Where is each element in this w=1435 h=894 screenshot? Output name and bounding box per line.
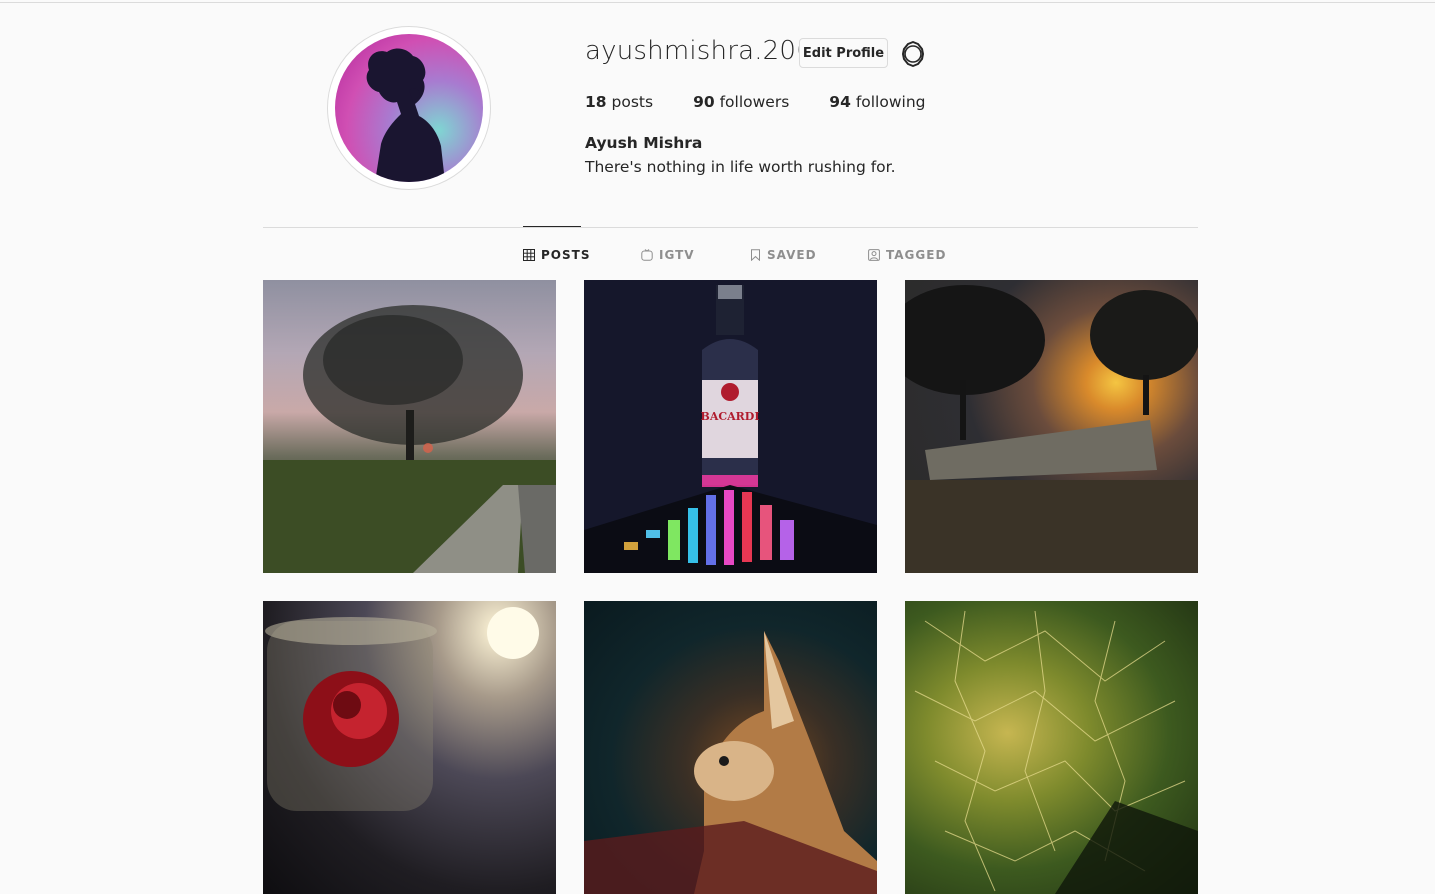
tab-saved-label: SAVED [767, 248, 817, 262]
posts-count: 18 posts [585, 93, 653, 111]
following-count-value: 94 [829, 93, 851, 111]
profile-username: ayushmishra.206 [585, 36, 813, 66]
avatar-image [335, 34, 483, 182]
tab-igtv-label: IGTV [659, 248, 695, 262]
post-thumbnail[interactable] [263, 601, 556, 894]
posts-count-value: 18 [585, 93, 607, 111]
profile-bio: There's nothing in life worth rushing fo… [585, 158, 896, 176]
tab-posts-label: POSTS [541, 248, 591, 262]
profile-stats: 18 posts 90 followers 94 following [585, 93, 966, 111]
posts-count-label: posts [611, 93, 654, 111]
profile-avatar[interactable] [327, 26, 491, 190]
tagged-icon [868, 249, 880, 261]
followers-link[interactable]: 90 followers [693, 93, 789, 111]
profile-full-name: Ayush Mishra [585, 134, 703, 152]
post-thumbnail[interactable] [584, 601, 877, 894]
tab-tagged-label: TAGGED [886, 248, 947, 262]
post-thumbnail[interactable] [905, 280, 1198, 573]
bottle-label-text: BACARDI [701, 410, 760, 423]
post-thumbnail[interactable]: BACARDI [584, 280, 877, 573]
following-label: following [855, 93, 926, 111]
post-thumbnail[interactable] [905, 601, 1198, 894]
followers-count-value: 90 [693, 93, 715, 111]
tabs-divider [263, 227, 1198, 228]
tab-igtv[interactable]: IGTV [641, 246, 695, 264]
tab-tagged[interactable]: TAGGED [868, 246, 946, 264]
following-link[interactable]: 94 following [829, 93, 925, 111]
igtv-icon [641, 249, 653, 261]
post-thumbnail[interactable] [263, 280, 556, 573]
followers-label: followers [719, 93, 790, 111]
tab-saved[interactable]: SAVED [750, 246, 817, 264]
grid-icon [523, 249, 535, 261]
tab-posts[interactable]: POSTS [523, 246, 590, 264]
edit-profile-button[interactable]: Edit Profile [799, 38, 888, 68]
top-divider [0, 2, 1435, 3]
gear-icon[interactable] [899, 40, 927, 68]
active-tab-indicator [523, 226, 581, 227]
bookmark-icon [751, 249, 760, 261]
